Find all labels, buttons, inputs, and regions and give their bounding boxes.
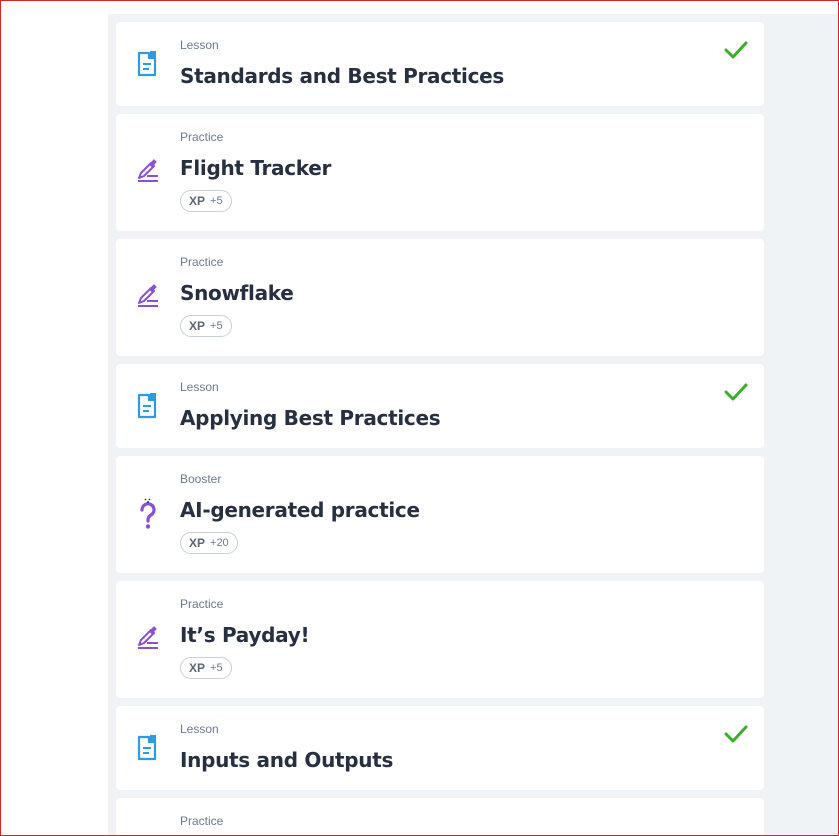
- practice-card[interactable]: Practice It’s Payday! XP +5: [116, 581, 764, 698]
- completed-check-icon: [724, 40, 748, 60]
- lesson-card[interactable]: Lesson Applying Best Practices: [116, 364, 764, 448]
- xp-badge: XP +20: [180, 532, 238, 554]
- item-type-label: Lesson: [180, 380, 219, 394]
- practice-card[interactable]: Practice Snowflake XP +5: [116, 239, 764, 356]
- practice-card[interactable]: Practice: [116, 798, 764, 836]
- xp-badge: XP +5: [180, 315, 232, 337]
- practice-pencil-icon: [136, 283, 160, 311]
- item-type-label: Practice: [180, 130, 224, 144]
- completed-check-icon: [724, 382, 748, 402]
- item-title: Flight Tracker: [180, 156, 332, 180]
- item-title: It’s Payday!: [180, 623, 310, 647]
- item-type-label: Practice: [180, 255, 224, 269]
- item-title: Applying Best Practices: [180, 406, 441, 430]
- practice-pencil-icon: [136, 625, 160, 653]
- practice-pencil-icon: [136, 158, 160, 186]
- item-title: Snowflake: [180, 281, 294, 305]
- booster-question-icon: [136, 498, 160, 529]
- practice-card[interactable]: Practice Flight Tracker XP +5: [116, 114, 764, 231]
- xp-value: +20: [210, 537, 229, 549]
- lesson-doc-icon: [136, 50, 160, 78]
- xp-value: +5: [210, 662, 223, 674]
- item-type-label: Lesson: [180, 722, 219, 736]
- xp-label: XP: [189, 536, 206, 550]
- item-title: Inputs and Outputs: [180, 748, 394, 772]
- lesson-doc-icon: [136, 734, 160, 762]
- item-title: AI-generated practice: [180, 498, 420, 522]
- item-title: Standards and Best Practices: [180, 64, 505, 88]
- xp-label: XP: [189, 194, 206, 208]
- completed-check-icon: [724, 724, 748, 744]
- xp-badge: XP +5: [180, 190, 232, 212]
- lesson-card[interactable]: Lesson Standards and Best Practices: [116, 22, 764, 106]
- xp-label: XP: [189, 661, 206, 675]
- item-type-label: Practice: [180, 814, 224, 828]
- lesson-card[interactable]: Lesson Inputs and Outputs: [116, 706, 764, 790]
- xp-value: +5: [210, 195, 223, 207]
- xp-value: +5: [210, 320, 223, 332]
- item-type-label: Lesson: [180, 38, 219, 52]
- xp-badge: XP +5: [180, 657, 232, 679]
- booster-card[interactable]: Booster AI-generated practice XP +20: [116, 456, 764, 573]
- xp-label: XP: [189, 319, 206, 333]
- lesson-doc-icon: [136, 392, 160, 420]
- item-type-label: Practice: [180, 597, 224, 611]
- item-type-label: Booster: [180, 472, 222, 486]
